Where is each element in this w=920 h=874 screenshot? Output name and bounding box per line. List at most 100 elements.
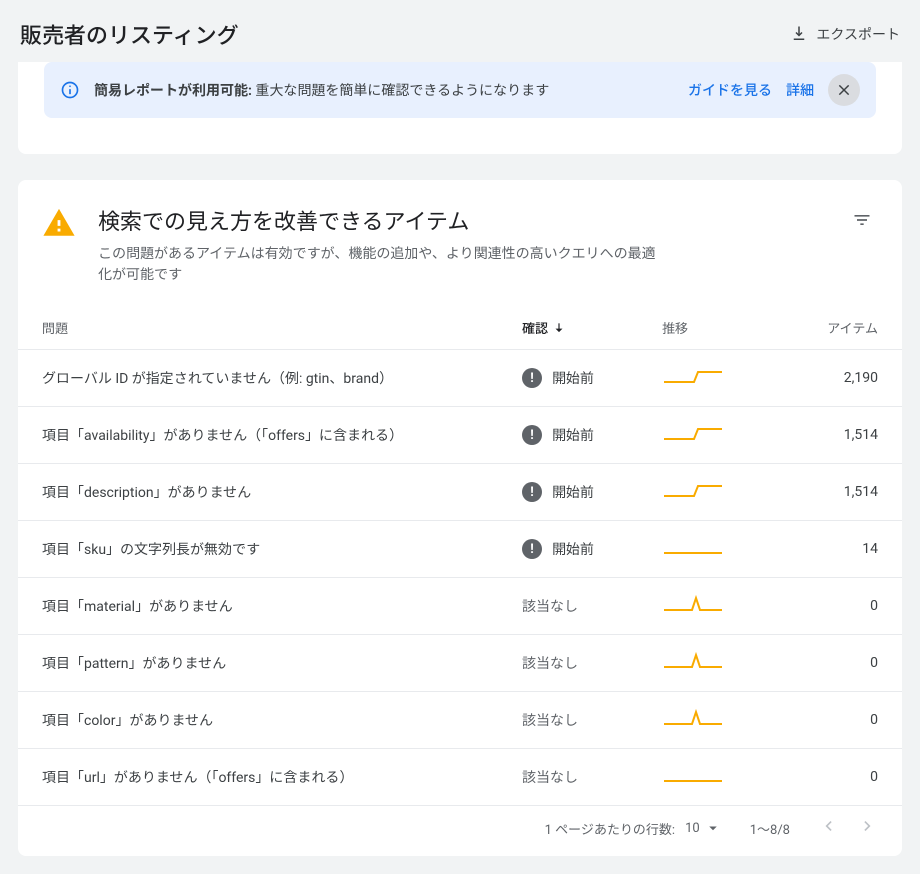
sparkline-icon	[662, 763, 724, 787]
download-icon	[790, 25, 808, 43]
details-link[interactable]: 詳細	[786, 80, 814, 100]
alert-icon: !	[522, 368, 542, 388]
page-nav	[818, 816, 878, 840]
rows-per-page-select[interactable]: 10	[685, 819, 722, 837]
sparkline-icon	[662, 592, 724, 616]
issues-table: 問題 確認 推移 アイテム グローバル ID が指定されていません（例: gti…	[18, 306, 902, 805]
status-label: 該当なし	[522, 653, 578, 673]
issue-name: 項目「availability」がありません（「offers」に含まれる）	[42, 425, 522, 445]
sparkline-icon	[662, 364, 724, 388]
trend-cell	[662, 478, 792, 506]
info-icon	[60, 80, 80, 100]
table-row[interactable]: 項目「material」がありません該当なし 0	[18, 577, 902, 634]
warning-icon	[42, 206, 76, 240]
table-header: 問題 確認 推移 アイテム	[18, 306, 902, 349]
chevron-right-icon	[858, 816, 878, 836]
filter-icon	[852, 210, 872, 230]
items-count: 14	[792, 541, 878, 557]
table-row[interactable]: 項目「url」がありません（「offers」に含まれる）該当なし 0	[18, 748, 902, 805]
table-row[interactable]: 項目「color」がありません該当なし 0	[18, 691, 902, 748]
prev-page-button[interactable]	[818, 816, 838, 840]
rows-per-page-label: 1 ページあたりの行数:	[545, 819, 675, 838]
card-header: 検索での見え方を改善できるアイテム この問題があるアイテムは有効ですが、機能の追…	[18, 204, 902, 306]
issue-name: 項目「color」がありません	[42, 710, 522, 730]
table-body: グローバル ID が指定されていません（例: gtin、brand）! 開始前 2,…	[18, 349, 902, 805]
guide-link[interactable]: ガイドを見る	[688, 80, 772, 100]
export-label: エクスポート	[816, 24, 900, 44]
status-cell: ! 開始前	[522, 425, 662, 445]
issue-name: グローバル ID が指定されていません（例: gtin、brand）	[42, 368, 522, 388]
filter-button[interactable]	[846, 204, 878, 240]
issue-name: 項目「sku」の文字列長が無効です	[42, 539, 522, 559]
export-button[interactable]: エクスポート	[790, 24, 900, 44]
col-items[interactable]: アイテム	[792, 318, 878, 337]
banner-container: 簡易レポートが利用可能: 重大な問題を簡単に確認できるようになります ガイドを見…	[18, 62, 902, 154]
issue-name: 項目「description」がありません	[42, 482, 522, 502]
sort-down-icon	[552, 321, 566, 335]
trend-cell	[662, 421, 792, 449]
status-cell: 該当なし	[522, 596, 662, 616]
status-label: 開始前	[552, 368, 594, 388]
issues-card: 検索での見え方を改善できるアイテム この問題があるアイテムは有効ですが、機能の追…	[18, 180, 902, 856]
sparkline-icon	[662, 421, 724, 445]
page-title: 販売者のリスティング	[20, 18, 239, 50]
banner-rest: 重大な問題を簡単に確認できるようになります	[252, 83, 549, 99]
table-row[interactable]: 項目「pattern」がありません該当なし 0	[18, 634, 902, 691]
status-label: 該当なし	[522, 596, 578, 616]
issue-name: 項目「url」がありません（「offers」に含まれる）	[42, 767, 522, 787]
table-row[interactable]: グローバル ID が指定されていません（例: gtin、brand）! 開始前 2,…	[18, 349, 902, 406]
trend-cell	[662, 763, 792, 791]
status-cell: 該当なし	[522, 710, 662, 730]
trend-cell	[662, 592, 792, 620]
close-icon	[836, 82, 852, 98]
status-label: 開始前	[552, 539, 594, 559]
table-row[interactable]: 項目「description」がありません! 開始前 1,514	[18, 463, 902, 520]
trend-cell	[662, 706, 792, 734]
sparkline-icon	[662, 649, 724, 673]
status-cell: 該当なし	[522, 767, 662, 787]
status-label: 開始前	[552, 482, 594, 502]
page-size: 1 ページあたりの行数: 10	[545, 819, 722, 838]
status-cell: !開始前	[522, 539, 662, 559]
sparkline-icon	[662, 478, 724, 502]
page-range: 1～8/8	[750, 819, 790, 838]
items-count: 0	[792, 598, 878, 614]
col-status-label: 確認	[522, 318, 548, 337]
chevron-left-icon	[818, 816, 838, 836]
status-cell: ! 開始前	[522, 482, 662, 502]
info-banner: 簡易レポートが利用可能: 重大な問題を簡単に確認できるようになります ガイドを見…	[44, 62, 876, 118]
banner-bold: 簡易レポートが利用可能:	[94, 83, 252, 99]
trend-cell	[662, 649, 792, 677]
card-subtitle: この問題があるアイテムは有効ですが、機能の追加や、より関連性の高いクエリへの最適…	[98, 244, 658, 286]
status-label: 該当なし	[522, 767, 578, 787]
sparkline-icon	[662, 706, 724, 730]
trend-cell	[662, 364, 792, 392]
alert-icon: !	[522, 425, 542, 445]
trend-cell	[662, 535, 792, 563]
table-row[interactable]: 項目「availability」がありません（「offers」に含まれる）! 開始…	[18, 406, 902, 463]
items-count: 1,514	[792, 427, 878, 443]
next-page-button[interactable]	[858, 816, 878, 840]
col-trend[interactable]: 推移	[662, 318, 792, 337]
items-count: 0	[792, 769, 878, 785]
close-banner-button[interactable]	[828, 74, 860, 106]
card-title-block: 検索での見え方を改善できるアイテム この問題があるアイテムは有効ですが、機能の追…	[98, 204, 824, 286]
issue-name: 項目「material」がありません	[42, 596, 522, 616]
col-issue[interactable]: 問題	[42, 318, 522, 337]
items-count: 0	[792, 655, 878, 671]
status-label: 該当なし	[522, 710, 578, 730]
table-row[interactable]: 項目「sku」の文字列長が無効です!開始前 14	[18, 520, 902, 577]
status-label: 開始前	[552, 425, 594, 445]
items-count: 2,190	[792, 370, 878, 386]
issue-name: 項目「pattern」がありません	[42, 653, 522, 673]
alert-icon: !	[522, 482, 542, 502]
items-count: 1,514	[792, 484, 878, 500]
status-cell: 該当なし	[522, 653, 662, 673]
page-header: 販売者のリスティング エクスポート	[0, 0, 920, 62]
banner-message: 簡易レポートが利用可能: 重大な問題を簡単に確認できるようになります	[94, 80, 674, 100]
caret-down-icon	[704, 819, 722, 837]
card-title: 検索での見え方を改善できるアイテム	[98, 204, 824, 236]
col-status[interactable]: 確認	[522, 318, 662, 337]
pagination: 1 ページあたりの行数: 10 1～8/8	[18, 805, 902, 852]
items-count: 0	[792, 712, 878, 728]
